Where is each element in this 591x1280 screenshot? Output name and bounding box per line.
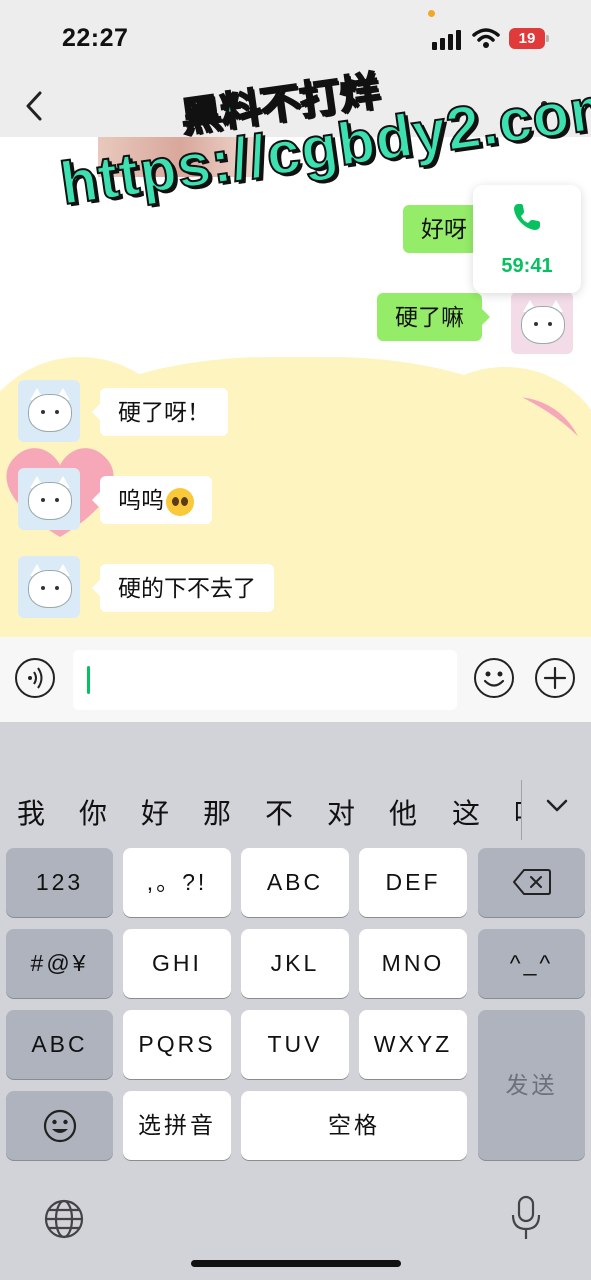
cat-sticker-icon [521, 306, 565, 344]
key-punctuation[interactable]: ,。?! [123, 848, 231, 917]
chevron-left-icon[interactable] [18, 89, 50, 123]
key-label: ABC [266, 869, 324, 895]
key-label: TUV [267, 1031, 323, 1057]
more-actions-button[interactable] [535, 658, 575, 698]
backspace-icon [513, 869, 551, 895]
avatar[interactable] [18, 556, 80, 618]
message-text: 呜呜 [118, 487, 164, 513]
delete-key[interactable] [478, 848, 585, 917]
globe-icon[interactable] [43, 1198, 85, 1240]
key-label: JKL [270, 950, 320, 976]
microphone-icon[interactable] [510, 1195, 542, 1241]
avatar[interactable] [18, 380, 80, 442]
candidate-word[interactable]: 不 [265, 792, 293, 832]
candidate-word[interactable]: 对 [327, 792, 355, 832]
key-tuv[interactable]: TUV [241, 1010, 349, 1079]
cat-sticker-icon [28, 394, 72, 432]
emoji-button[interactable] [474, 658, 514, 698]
plus-icon [543, 666, 567, 690]
smiley-icon [483, 671, 505, 687]
key-symbols[interactable]: #@¥ [6, 929, 113, 998]
message-bubble-incoming[interactable]: 呜呜 [92, 476, 212, 524]
key-ghi[interactable]: GHI [123, 929, 231, 998]
key-def[interactable]: DEF [359, 848, 467, 917]
key-123[interactable]: 123 [6, 848, 113, 917]
chevron-down-icon[interactable] [545, 798, 569, 814]
message-input[interactable] [73, 650, 457, 710]
cellular-signal-icon [432, 30, 461, 50]
key-label: 发送 [505, 1072, 558, 1098]
candidate-word[interactable]: 这 [452, 792, 480, 832]
avatar[interactable] [18, 468, 80, 530]
key-label: WXYZ [373, 1031, 453, 1057]
floating-call-window[interactable]: 59:41 [473, 185, 581, 293]
wifi-icon [472, 28, 500, 48]
privacy-indicator-dot [428, 10, 435, 17]
pleading-face-emoji-icon [166, 487, 194, 516]
key-kaomoji[interactable]: ^_^ [478, 929, 585, 998]
key-mno[interactable]: MNO [359, 929, 467, 998]
key-label: GHI [152, 950, 202, 976]
battery-icon: 19 [509, 28, 549, 50]
phone-icon [514, 204, 540, 230]
key-label: 选拼音 [138, 1112, 216, 1138]
emoji-key[interactable] [6, 1091, 113, 1160]
send-key[interactable]: 发送 [478, 1010, 585, 1160]
key-label: ,。?! [146, 869, 208, 895]
candidate-word[interactable]: 我 [17, 792, 45, 832]
key-jkl[interactable]: JKL [241, 929, 349, 998]
key-label: ABC [31, 1031, 88, 1057]
cat-sticker-icon [28, 482, 72, 520]
message-input-bar [0, 637, 591, 722]
key-pinyin-select[interactable]: 选拼音 [123, 1091, 231, 1160]
key-abc-switch[interactable]: ABC [6, 1010, 113, 1079]
call-duration: 59:41 [501, 255, 553, 277]
candidate-word[interactable]: 那 [203, 792, 231, 832]
key-label: PQRS [138, 1031, 216, 1057]
status-bar: 22:27 19 [0, 0, 591, 75]
candidate-word[interactable]: 你 [79, 792, 107, 832]
key-abc[interactable]: ABC [241, 848, 349, 917]
text-cursor [87, 666, 90, 694]
status-time: 22:27 [62, 24, 129, 52]
key-wxyz[interactable]: WXYZ [359, 1010, 467, 1079]
keyboard: 我 你 好 那 不 对 他 这 呢 123 ,。?! ABC DEF #@¥ G… [0, 722, 591, 1280]
voice-input-button[interactable] [15, 658, 55, 698]
key-label: 123 [35, 869, 84, 895]
key-label: ^_^ [509, 950, 554, 976]
avatar[interactable] [511, 292, 573, 354]
key-label: #@¥ [30, 950, 89, 976]
smiley-icon [43, 1109, 77, 1143]
message-bubble-outgoing[interactable]: 硬了嘛 [377, 293, 490, 341]
voice-icon [28, 667, 43, 689]
key-pqrs[interactable]: PQRS [123, 1010, 231, 1079]
cat-sticker-icon [28, 570, 72, 608]
key-label: MNO [381, 950, 445, 976]
battery-level: 19 [509, 28, 545, 49]
message-bubble-incoming[interactable]: 硬的下不去了 [92, 564, 274, 612]
key-label: DEF [385, 869, 441, 895]
key-label: 空格 [328, 1112, 380, 1138]
candidate-bar: 我 你 好 那 不 对 他 这 呢 [0, 770, 591, 850]
space-key[interactable]: 空格 [241, 1091, 467, 1160]
home-indicator[interactable] [191, 1260, 401, 1267]
message-bubble-incoming[interactable]: 硬了呀！ [92, 388, 228, 436]
candidate-word[interactable]: 他 [389, 792, 417, 832]
candidate-word[interactable]: 好 [141, 792, 169, 832]
